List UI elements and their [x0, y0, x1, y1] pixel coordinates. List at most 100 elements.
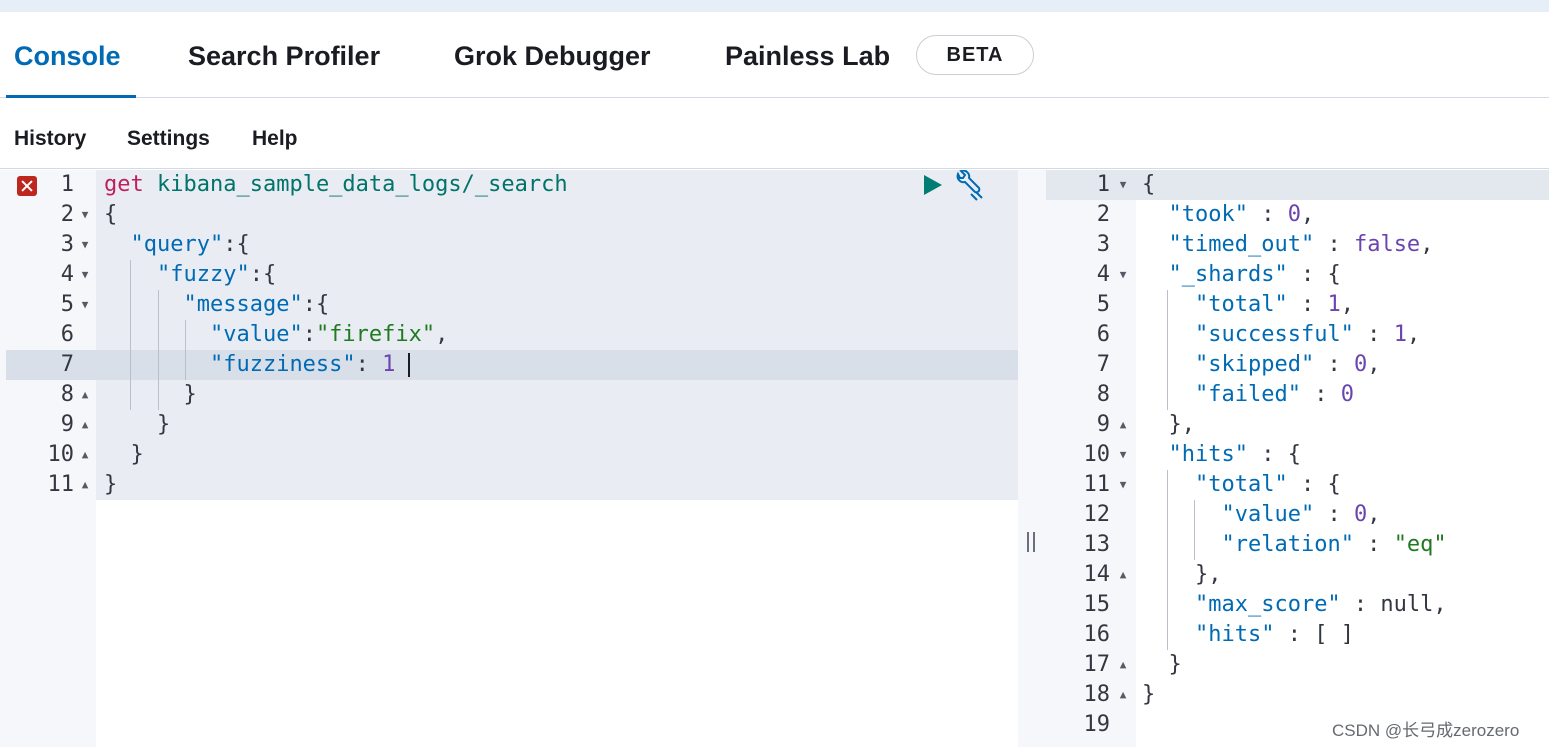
line-number: 8 — [60, 382, 74, 407]
fold-arrow-icon[interactable]: ▲ — [1116, 650, 1130, 680]
fold-arrow-icon[interactable]: ▼ — [78, 200, 92, 230]
request-editor[interactable]: 1 get kibana_sample_data_logs/_search 2 … — [0, 170, 1018, 747]
code-line: 8 "failed" : 0 — [1046, 380, 1549, 410]
code-line: 4 ▼ "fuzzy":{ — [0, 260, 1018, 290]
history-link[interactable]: History — [14, 127, 86, 151]
line-number: 10 — [1083, 442, 1111, 467]
code-line: 1 get kibana_sample_data_logs/_search — [0, 170, 1018, 200]
json-boolean-value: false — [1353, 232, 1421, 257]
code-text: , — [1367, 352, 1381, 377]
code-text: : — [302, 322, 316, 347]
code-text: } — [156, 412, 171, 437]
play-icon[interactable] — [924, 175, 942, 195]
line-number: 11 — [47, 472, 75, 497]
line-number: 7 — [60, 352, 74, 377]
fold-arrow-icon[interactable]: ▼ — [78, 230, 92, 260]
code-text: : — [355, 352, 383, 377]
line-number: 2 — [60, 202, 74, 227]
json-key: "failed" — [1194, 382, 1301, 407]
code-line: 14 ▲ }, — [1046, 560, 1549, 590]
request-url: kibana_sample_data_logs/_search — [157, 172, 568, 197]
code-text: : — [1353, 532, 1394, 557]
code-line: 2 ▼ { — [0, 200, 1018, 230]
code-text: :{ — [302, 292, 330, 317]
line-number: 5 — [1096, 292, 1110, 317]
text-cursor — [408, 353, 410, 377]
json-key: "total" — [1194, 472, 1288, 497]
tab-painless-lab[interactable]: Painless Lab — [725, 12, 890, 98]
code-text: : { — [1247, 442, 1301, 467]
tab-grok-debugger[interactable]: Grok Debugger — [454, 12, 651, 98]
json-number-value: 1 — [1393, 322, 1407, 347]
fold-arrow-icon[interactable]: ▲ — [78, 470, 92, 500]
fold-arrow-icon[interactable]: ▼ — [1116, 170, 1130, 200]
code-line: 11 ▲ } — [0, 470, 1018, 500]
json-string-value: "eq" — [1393, 532, 1447, 557]
code-line: 16 "hits" : [ ] — [1046, 620, 1549, 650]
code-text: , — [1300, 202, 1315, 227]
resize-handle-icon[interactable] — [1027, 532, 1035, 552]
fold-arrow-icon[interactable]: ▲ — [1116, 410, 1130, 440]
code-text: { — [1142, 172, 1156, 197]
tab-search-profiler[interactable]: Search Profiler — [188, 12, 380, 98]
line-number: 9 — [1096, 412, 1110, 437]
code-line: 7 "fuzziness": 1 — [0, 350, 1018, 380]
json-number-value: 0 — [1353, 352, 1368, 377]
code-line: 3 "timed_out" : false, — [1046, 230, 1549, 260]
code-text: : — [1247, 202, 1288, 227]
panel-resizer — [1018, 170, 1046, 747]
fold-arrow-icon[interactable]: ▲ — [78, 440, 92, 470]
code-line: 2 "took" : 0, — [1046, 200, 1549, 230]
line-number: 11 — [1083, 472, 1111, 497]
json-key: "fuzziness" — [209, 352, 356, 377]
fold-arrow-icon[interactable]: ▼ — [78, 260, 92, 290]
json-number-value: 0 — [1340, 382, 1354, 407]
line-number: 4 — [1096, 262, 1110, 287]
json-key: "message" — [183, 292, 303, 317]
code-text: , — [435, 322, 449, 347]
line-number: 15 — [1083, 592, 1111, 617]
code-text: : — [1314, 352, 1354, 377]
fold-arrow-icon[interactable]: ▲ — [1116, 680, 1130, 710]
code-line: 6 "successful" : 1, — [1046, 320, 1549, 350]
code-line: 10 ▼ "hits" : { — [1046, 440, 1549, 470]
code-text: , — [1406, 322, 1421, 347]
line-number: 2 — [1096, 202, 1110, 227]
line-number: 19 — [1083, 712, 1111, 737]
fold-arrow-icon[interactable]: ▼ — [78, 290, 92, 320]
line-number: 18 — [1083, 682, 1111, 707]
code-text: } — [130, 442, 144, 467]
wrench-icon[interactable] — [952, 170, 986, 202]
json-number-value: 1 — [382, 352, 396, 377]
code-text: : null, — [1340, 592, 1447, 617]
code-text: : [ ] — [1274, 622, 1354, 647]
json-key: "hits" — [1168, 442, 1248, 467]
code-line: 5 ▼ "message":{ — [0, 290, 1018, 320]
json-key: "successful" — [1194, 322, 1354, 347]
console-menu: History Settings Help — [0, 99, 1549, 169]
code-text: : — [1314, 232, 1354, 257]
fold-arrow-icon[interactable]: ▼ — [1116, 260, 1130, 290]
tab-console[interactable]: Console — [14, 12, 121, 98]
code-text: }, — [1168, 412, 1196, 437]
help-link[interactable]: Help — [252, 127, 298, 151]
json-key: "hits" — [1194, 622, 1275, 647]
active-tab-indicator — [6, 95, 136, 98]
fold-arrow-icon[interactable]: ▼ — [1116, 440, 1130, 470]
fold-arrow-icon[interactable]: ▲ — [1116, 560, 1130, 590]
response-output[interactable]: 1 ▼ { 2 "took" : 0, 3 "timed_out" : fals… — [1046, 170, 1549, 747]
fold-arrow-icon[interactable]: ▲ — [78, 410, 92, 440]
json-key: "skipped" — [1194, 352, 1315, 377]
line-number: 6 — [1096, 322, 1110, 347]
code-text: : { — [1287, 472, 1341, 497]
code-line: 18 ▲ } — [1046, 680, 1549, 710]
code-line: 12 "value" : 0, — [1046, 500, 1549, 530]
fold-arrow-icon[interactable]: ▲ — [78, 380, 92, 410]
settings-link[interactable]: Settings — [127, 127, 210, 151]
top-strip — [0, 0, 1549, 12]
code-text: : { — [1287, 262, 1341, 287]
line-number: 8 — [1096, 382, 1110, 407]
fold-arrow-icon[interactable]: ▼ — [1116, 470, 1130, 500]
code-line: 4 ▼ "_shards" : { — [1046, 260, 1549, 290]
line-number: 9 — [60, 412, 74, 437]
